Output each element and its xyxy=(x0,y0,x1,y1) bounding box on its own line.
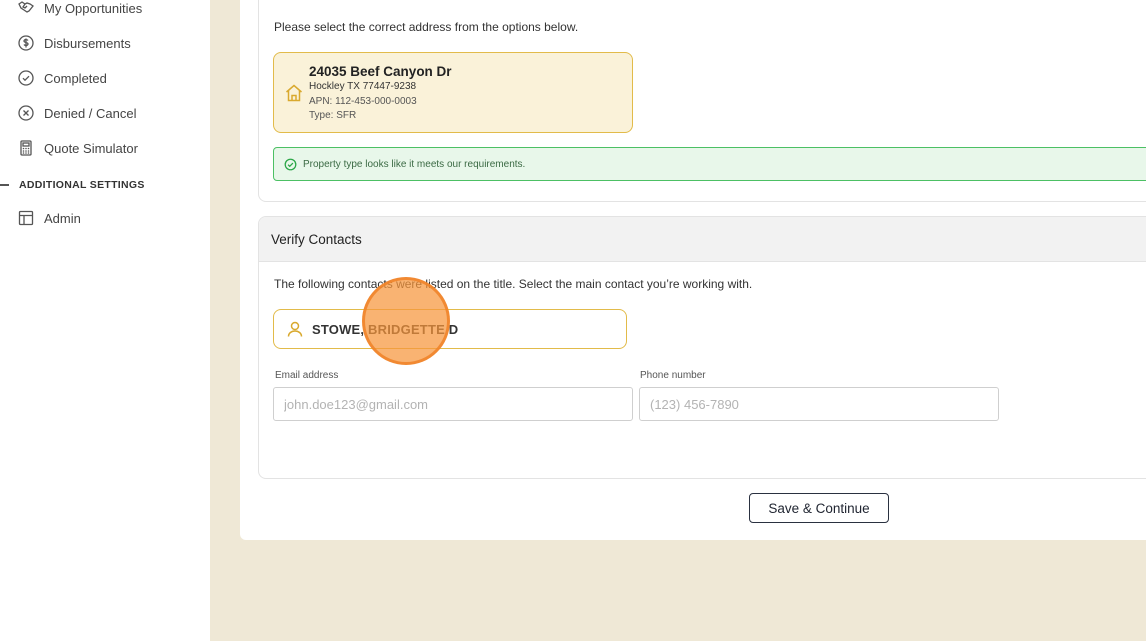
success-message: Property type looks like it meets our re… xyxy=(303,158,526,170)
email-field[interactable] xyxy=(273,387,633,421)
sidebar-item-denied-cancel[interactable]: Denied / Cancel xyxy=(18,101,137,125)
contact-name: STOWE, BRIDGETTE D xyxy=(312,321,459,337)
address-instruction: Please select the correct address from t… xyxy=(274,20,579,34)
address-city-line: Hockley TX 77447-9238 xyxy=(309,81,417,92)
sidebar-section-additional-settings: ADDITIONAL SETTINGS xyxy=(0,177,145,193)
sidebar-item-label: My Opportunities xyxy=(44,0,143,16)
sidebar-item-completed[interactable]: Completed xyxy=(18,66,107,90)
sidebar-item-label: Completed xyxy=(44,70,107,86)
address-option[interactable]: 24035 Beef Canyon Dr Hockley TX 77447-92… xyxy=(273,52,633,133)
property-type-success-alert: Property type looks like it meets our re… xyxy=(273,147,1146,181)
phone-field[interactable] xyxy=(639,387,999,421)
sidebar-item-label: Disbursements xyxy=(44,35,131,51)
address-apn: APN: 112-453-000-0003 xyxy=(309,96,417,107)
phone-label: Phone number xyxy=(640,370,706,381)
section-dash xyxy=(0,184,9,186)
address-card: Please select the correct address from t… xyxy=(258,0,1146,202)
sidebar-item-quote-simulator[interactable]: Quote Simulator xyxy=(18,136,138,160)
x-circle-icon xyxy=(18,105,34,121)
contacts-instruction: The following contacts were listed on th… xyxy=(274,277,753,291)
user-icon xyxy=(287,321,303,337)
sidebar-item-label: Admin xyxy=(44,210,81,226)
calculator-icon xyxy=(20,140,32,156)
verify-contacts-card: Verify Contacts The following contacts w… xyxy=(258,216,1146,479)
address-type: Type: SFR xyxy=(309,110,357,121)
sidebar-item-disbursements[interactable]: Disbursements xyxy=(18,31,131,55)
layout-icon xyxy=(18,210,34,226)
sidebar-item-label: Denied / Cancel xyxy=(44,105,137,121)
sidebar-item-admin[interactable]: Admin xyxy=(18,206,81,230)
main-panel: Please select the correct address from t… xyxy=(240,0,1146,540)
verify-contacts-title: Verify Contacts xyxy=(271,231,362,247)
dollar-circle-icon xyxy=(18,35,34,51)
home-icon xyxy=(286,84,302,102)
contact-option[interactable]: STOWE, BRIDGETTE D xyxy=(273,309,627,349)
verify-contacts-header: Verify Contacts xyxy=(259,217,1146,262)
save-continue-button[interactable]: Save & Continue xyxy=(749,493,889,523)
email-label: Email address xyxy=(275,370,339,381)
sidebar: My Opportunities Disbursements Completed… xyxy=(0,0,210,641)
sidebar-item-label: Quote Simulator xyxy=(44,140,138,156)
check-circle-icon xyxy=(18,70,34,86)
address-street: 24035 Beef Canyon Dr xyxy=(309,64,452,79)
sidebar-item-my-opportunities[interactable]: My Opportunities xyxy=(18,0,142,20)
sidebar-section-title: ADDITIONAL SETTINGS xyxy=(19,179,145,191)
handshake-icon xyxy=(18,1,34,13)
check-circle-icon xyxy=(284,158,297,170)
